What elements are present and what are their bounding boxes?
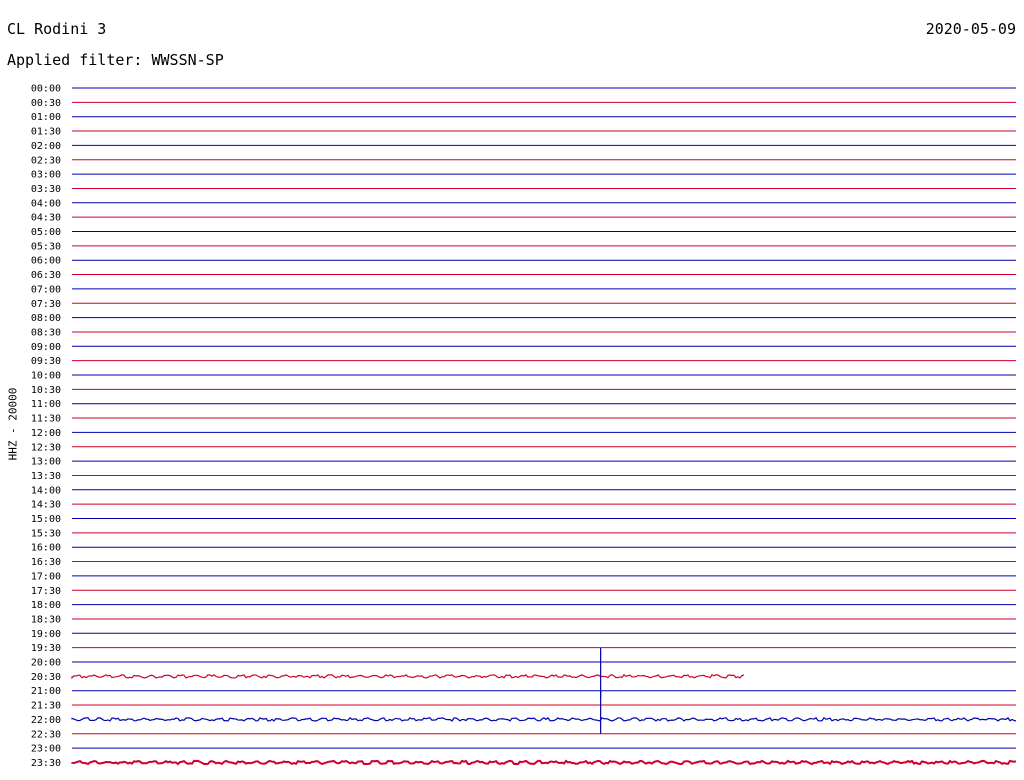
row-label-1900: 19:00 [31, 629, 61, 640]
row-label-1200: 12:00 [31, 428, 61, 439]
row-label-1130: 11:30 [31, 414, 61, 425]
trace-2030 [71, 673, 745, 680]
row-label-1000: 10:00 [31, 371, 61, 382]
row-label-2030: 20:30 [31, 672, 61, 683]
row-label-1830: 18:30 [31, 614, 61, 625]
row-label-0830: 08:30 [31, 327, 61, 338]
row-label-1700: 17:00 [31, 571, 61, 582]
row-label-0900: 09:00 [31, 342, 61, 353]
row-label-0700: 07:00 [31, 284, 61, 295]
row-label-1230: 12:30 [31, 442, 61, 453]
row-label-2130: 21:30 [31, 701, 61, 712]
row-label-1300: 13:00 [31, 457, 61, 468]
trace-2330 [71, 759, 1017, 766]
row-label-1730: 17:30 [31, 586, 61, 597]
row-label-2200: 22:00 [31, 715, 61, 726]
row-label-0400: 04:00 [31, 198, 61, 209]
row-label-0030: 00:30 [31, 98, 61, 109]
row-label-0230: 02:30 [31, 155, 61, 166]
row-label-0300: 03:00 [31, 170, 61, 181]
row-label-1430: 14:30 [31, 500, 61, 511]
row-label-0330: 03:30 [31, 184, 61, 195]
row-label-0600: 06:00 [31, 256, 61, 267]
helicorder-plot: 00:00 00:30 01:00 01:30 02:00 02:30 03:00 03:30… [31, 84, 1017, 769]
row-label-1530: 15:30 [31, 528, 61, 539]
row-label-0630: 06:30 [31, 270, 61, 281]
row-label-2230: 22:30 [31, 729, 61, 740]
row-label-0800: 08:00 [31, 313, 61, 324]
row-label-1800: 18:00 [31, 600, 61, 611]
row-label-1500: 15:00 [31, 514, 61, 525]
row-label-1930: 19:30 [31, 643, 61, 654]
row-label-1100: 11:00 [31, 399, 61, 410]
row-label-1330: 13:30 [31, 471, 61, 482]
row-label-0130: 01:30 [31, 127, 61, 138]
row-label-0500: 05:00 [31, 227, 61, 238]
row-label-0000: 00:00 [31, 84, 61, 95]
row-label-2100: 21:00 [31, 686, 61, 697]
row-label-1400: 14:00 [31, 485, 61, 496]
row-label-2000: 20:00 [31, 658, 61, 669]
row-label-0730: 07:30 [31, 299, 61, 310]
row-label-0100: 01:00 [31, 112, 61, 123]
row-label-2300: 23:00 [31, 744, 61, 755]
trace-2200 [71, 716, 1017, 722]
row-label-0200: 02:00 [31, 141, 61, 152]
row-label-2330: 23:30 [31, 758, 61, 769]
row-label-0430: 04:30 [31, 213, 61, 224]
row-label-0930: 09:30 [31, 356, 61, 367]
row-label-0530: 05:30 [31, 241, 61, 252]
row-label-1030: 10:30 [31, 385, 61, 396]
row-label-1600: 16:00 [31, 543, 61, 554]
row-label-1630: 16:30 [31, 557, 61, 568]
